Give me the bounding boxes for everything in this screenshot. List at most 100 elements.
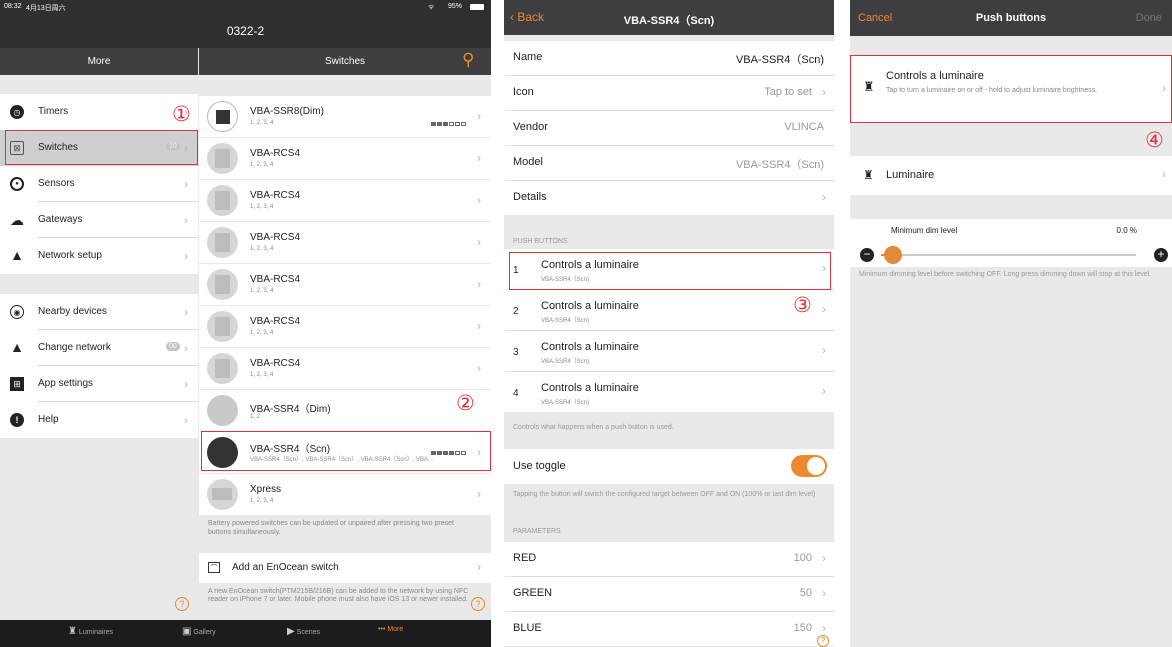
chevron-right-icon: › (477, 109, 481, 123)
switch-buttons: 1, 2 (250, 414, 261, 420)
chevron-right-icon: › (822, 621, 826, 635)
switch-row[interactable]: VBA-RCS4 1, 2, 3, 4 › (199, 138, 491, 179)
signal-strength (431, 113, 467, 131)
gateway-icon: ☁ (10, 211, 24, 228)
push-button-row[interactable]: 2 Controls a luminaire VBA-SSR4（Scn) › (504, 290, 834, 330)
add-enocean-switch[interactable]: ⌒ Add an EnOcean switch › (199, 553, 491, 583)
switches-header: Switches (199, 48, 491, 75)
switch-row[interactable]: Xpress 1, 2, 3, 4 › (199, 474, 491, 515)
nav-bar: ‹ Back VBA-SSR4（Scn) (504, 0, 834, 35)
min-dim-slider[interactable] (881, 246, 1136, 264)
search-icon[interactable]: ⚲ (462, 50, 474, 70)
push-buttons-panel: Cancel Push buttons Done ♜ Controls a lu… (850, 0, 1172, 647)
menu-item-sensors[interactable]: ● Sensors › (0, 166, 198, 202)
menu-item-label: Change network (38, 342, 111, 353)
switch-row[interactable]: VBA-RCS4 1, 2, 3, 4 › (199, 264, 491, 305)
chevron-right-icon: › (184, 341, 188, 355)
battery-note: Battery powered switches can be updated … (208, 520, 454, 536)
slider-thumb[interactable] (884, 246, 902, 264)
param-row-red[interactable]: RED 100 › (504, 542, 834, 576)
done-button[interactable]: Done (1136, 12, 1162, 24)
luminaire-icon: ♜ (68, 626, 77, 637)
more-header: More (0, 48, 198, 75)
switch-buttons: 1, 2, 3, 4 (250, 498, 274, 504)
device-detail-panel: ‹ Back VBA-SSR4（Scn) Name VBA-SSR4（Scn) … (504, 0, 834, 647)
switch-row[interactable]: VBA-RCS4 1, 2, 3, 4 › (199, 180, 491, 221)
network-icon: ▲ (10, 247, 24, 263)
chevron-right-icon: › (184, 177, 188, 191)
help-circle-icon[interactable]: ? (175, 597, 189, 611)
parameters-header: PARAMETERS (513, 528, 561, 535)
use-toggle-switch[interactable] (791, 455, 827, 477)
menu-item-help[interactable]: ! Help › (0, 402, 198, 438)
nav-bar: Cancel Push buttons Done (850, 0, 1172, 36)
switch-row[interactable]: VBA-SSR4（Dim) 1, 2 (199, 390, 491, 431)
chevron-right-icon: › (822, 302, 826, 316)
min-dim-row: Minimum dim level 0.0 % − + (850, 219, 1172, 267)
push-button-row[interactable]: 4 Controls a luminaire VBA-SSR4（Scn) › (504, 372, 834, 412)
switch-row[interactable]: VBA-RCS4 1, 2, 3, 4 › (199, 222, 491, 263)
switch-buttons: 1, 2, 3, 4 (250, 162, 274, 168)
chevron-right-icon: › (822, 551, 826, 565)
push-button-row[interactable]: 3 Controls a luminaire VBA-SSR4（Scn) › (504, 331, 834, 371)
highlight-box-4 (850, 55, 1172, 123)
switch-row[interactable]: VBA-SSR8(Dim) 1, 2, 3, 4 › (199, 96, 491, 137)
menu-item-timers[interactable]: ◷ Timers › (0, 94, 198, 130)
help-icon: ! (10, 413, 24, 427)
minus-icon[interactable]: − (860, 248, 874, 262)
tab-label: More (387, 626, 404, 633)
chevron-right-icon: › (822, 586, 826, 600)
push-buttons-header: PUSH BUTTONS (513, 238, 568, 245)
menu-item-change-network[interactable]: ▲ Change network 00 › (0, 330, 198, 366)
tab-scenes[interactable]: ▶ Scenes (287, 626, 320, 637)
tab-more[interactable]: ••• More (378, 626, 403, 633)
switch-name: VBA-RCS4 (250, 358, 301, 369)
tab-gallery[interactable]: ▣ Gallery (182, 626, 216, 637)
min-dim-value: 0.0 % (1116, 226, 1137, 235)
highlight-box-2 (201, 431, 491, 471)
tab-luminaires[interactable]: ♜ Luminaires (68, 626, 113, 637)
nearby-icon: ◉ (10, 305, 24, 319)
chevron-right-icon: › (477, 277, 481, 291)
param-row-blue[interactable]: BLUE 150 › (504, 612, 834, 646)
menu-item-gateways[interactable]: ☁ Gateways › (0, 202, 198, 238)
tab-bar: ♜ Luminaires ▣ Gallery ▶ Scenes ••• More (0, 620, 491, 647)
status-time: 08:32 (4, 3, 22, 10)
param-row-green[interactable]: GREEN 50 › (504, 577, 834, 611)
toggle-note: Tapping the button will switch the confi… (513, 491, 816, 498)
menu-item-label: Network setup (38, 250, 102, 261)
tab-label: Luminaires (78, 629, 114, 636)
switch-row[interactable]: VBA-RCS4 1, 2, 3, 4 › (199, 348, 491, 389)
menu-item-network-setup[interactable]: ▲ Network setup › (0, 238, 198, 274)
menu-item-label: App settings (38, 378, 94, 389)
status-date: 4月13日周六 (26, 5, 66, 12)
chevron-right-icon: › (477, 361, 481, 375)
switch-name: VBA-SSR4（Dim) (250, 404, 331, 415)
switch-buttons: 1, 2, 3, 4 (250, 204, 274, 210)
menu-item-app-settings[interactable]: ⊞ App settings › (0, 366, 198, 402)
status-battery: 95% (448, 3, 463, 10)
switch-row[interactable]: VBA-RCS4 1, 2, 3, 4 › (199, 306, 491, 347)
settings-icon: ⊞ (10, 377, 24, 391)
switch-name: VBA-RCS4 (250, 274, 301, 285)
annotation-4: ④ (1145, 128, 1164, 152)
tab-label: Scenes (296, 629, 321, 636)
gallery-icon: ▣ (182, 626, 192, 637)
menu-item-nearby-devices[interactable]: ◉ Nearby devices › (0, 294, 198, 330)
help-circle-icon[interactable]: ? (471, 597, 485, 611)
row-details[interactable]: Details › (504, 181, 834, 215)
row-vendor: Vendor VLINCA (504, 111, 834, 145)
tab-label: Gallery (193, 629, 216, 636)
scenes-icon: ▶ (287, 626, 295, 637)
switch-name: VBA-SSR8(Dim) (250, 106, 324, 117)
row-icon[interactable]: Icon Tap to set › (504, 76, 834, 110)
target-luminaire-row[interactable]: ♜ Luminaire › (850, 156, 1172, 195)
switch-add-icon: ⌒ (208, 562, 220, 573)
help-circle-icon[interactable]: ? (817, 635, 829, 647)
chevron-right-icon: › (184, 249, 188, 263)
plus-icon[interactable]: + (1154, 248, 1168, 262)
row-name[interactable]: Name VBA-SSR4（Scn) (504, 41, 834, 75)
highlight-box-3 (509, 252, 831, 290)
min-dim-label: Minimum dim level (891, 226, 958, 235)
annotation-2: ② (456, 391, 475, 415)
